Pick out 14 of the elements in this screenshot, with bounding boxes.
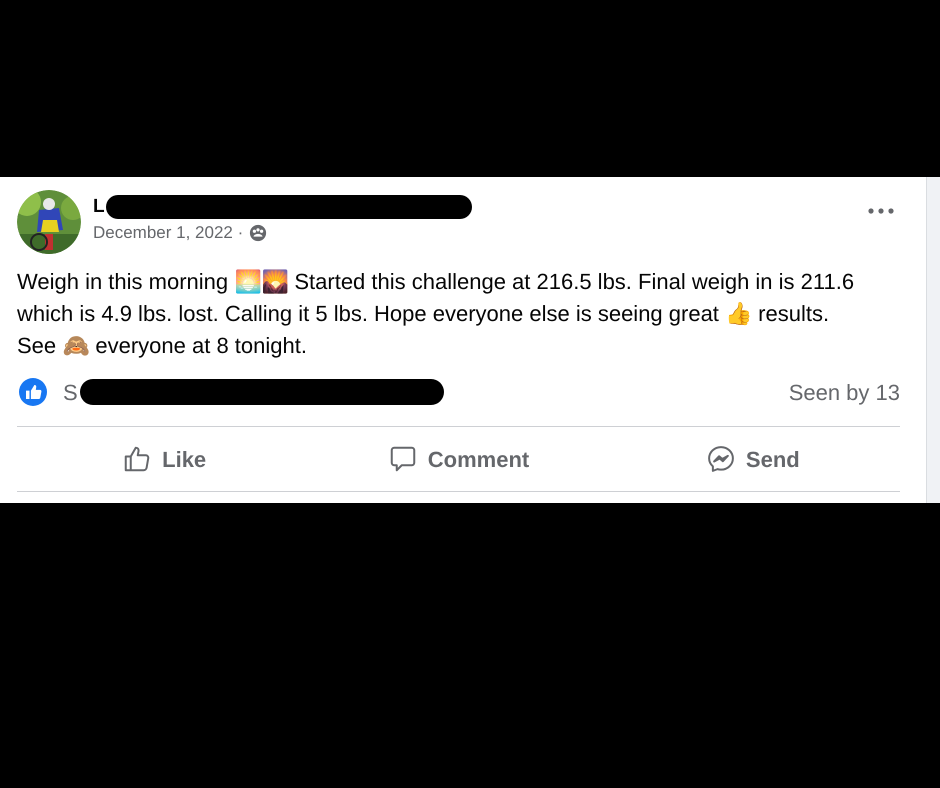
speech-bubble-icon — [388, 444, 418, 474]
comment-button[interactable]: Comment — [311, 432, 606, 486]
author-name[interactable]: L — [93, 192, 105, 222]
thumbs-up-icon — [122, 444, 152, 474]
more-icon — [868, 208, 894, 214]
post-date[interactable]: December 1, 2022 · — [93, 220, 244, 246]
like-reaction-icon — [19, 378, 47, 406]
like-button[interactable]: Like — [17, 432, 312, 486]
send-button[interactable]: Send — [606, 432, 900, 486]
reactors-text[interactable]: S — [63, 376, 78, 408]
seen-count[interactable]: Seen by 13 — [788, 376, 900, 408]
group-icon — [249, 224, 268, 242]
messenger-icon — [706, 444, 736, 474]
post-text: Weigh in this morning 🌅🌄 Started this challenge at 216.5 lbs. Final weigh in is 211.6 which is 4.9 lbs. lost. Calling it 5 lbs. Hope everyone else is seeing great 👍 results. See 🙈 everyone at 8 tonight. — [17, 268, 856, 360]
